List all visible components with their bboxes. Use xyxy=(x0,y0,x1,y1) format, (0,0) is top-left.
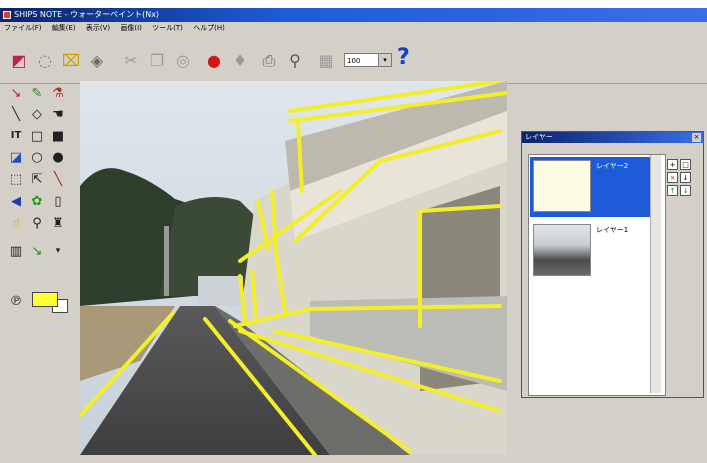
fill-tool-icon[interactable]: ⚗ xyxy=(50,85,66,101)
menu-file[interactable]: ファイル(F) xyxy=(0,22,46,35)
open-icon[interactable]: ◌ xyxy=(34,50,56,72)
magnifier-tool-icon[interactable]: ⚲ xyxy=(29,215,45,231)
close-icon[interactable]: × xyxy=(692,133,701,142)
shape-tool-icon[interactable]: ◇ xyxy=(29,106,45,122)
blank-tool-icon[interactable]: ▯ xyxy=(50,193,66,209)
zoom-icon[interactable]: ⚲ xyxy=(284,50,306,72)
app-window: SHIPS NOTE - ウォーターペイント(Nx) ファイル(F) 編集(E)… xyxy=(0,8,707,463)
cut-icon[interactable]: ✂ xyxy=(120,50,142,72)
menu-bar: ファイル(F) 編集(E) 表示(V) 画像(I) ツール(T) ヘルプ(H) xyxy=(0,22,707,35)
redo-icon[interactable]: ♦ xyxy=(229,50,251,72)
layer-row[interactable]: レイヤー1 xyxy=(530,221,661,281)
magnet-tool-icon[interactable]: ☝ xyxy=(8,215,24,231)
copy-icon[interactable]: ❐ xyxy=(146,50,168,72)
filled-rect-tool-icon[interactable]: ■ xyxy=(50,128,66,144)
zoom-select[interactable]: 100 ▾ xyxy=(344,53,392,67)
add-layer-button[interactable]: + xyxy=(667,159,678,170)
move-up-button[interactable]: ↑ xyxy=(667,185,678,196)
picker-tool-icon[interactable]: ╲ xyxy=(50,171,66,187)
layer-row[interactable]: レイヤー2 xyxy=(530,157,661,217)
layer-name: レイヤー2 xyxy=(596,162,629,170)
move-down-button[interactable]: ↓ xyxy=(680,185,691,196)
layers-panel: レイヤー × レイヤー2 レイヤー1 + □ × ↓ ↑ ↓ xyxy=(521,131,704,398)
ellipse-tool-icon[interactable]: ○ xyxy=(29,149,45,165)
lock-tool-icon[interactable]: ♜ xyxy=(50,215,66,231)
undo-icon[interactable]: ● xyxy=(203,50,225,72)
layer-list: レイヤー2 レイヤー1 xyxy=(528,154,666,396)
layer-thumbnail xyxy=(533,224,591,276)
filled-ellipse-tool-icon[interactable]: ● xyxy=(50,149,66,165)
select-tool-icon[interactable]: ⬚ xyxy=(8,171,24,187)
rect-tool-icon[interactable]: □ xyxy=(29,128,45,144)
brush-tool-icon[interactable]: ✎ xyxy=(29,85,45,101)
foreground-color-swatch[interactable] xyxy=(32,292,58,307)
chevron-down-icon[interactable]: ▾ xyxy=(378,54,391,66)
title-bar: SHIPS NOTE - ウォーターペイント(Nx) xyxy=(0,8,707,22)
layer-thumbnail xyxy=(533,160,591,212)
toolbar: ◩ ◌ ⌧ ◈ ✂ ❐ ◎ ● ♦ ⎙ ⚲ ▦ 100 ▾ ? xyxy=(0,35,707,84)
layers-panel-title: レイヤー xyxy=(522,132,703,143)
grid-icon[interactable]: ▦ xyxy=(315,50,337,72)
pencil-tool-icon[interactable]: ↘ xyxy=(29,243,45,259)
delete-layer-button[interactable]: × xyxy=(667,172,678,183)
move-tool-icon[interactable]: ⇱ xyxy=(29,171,45,187)
window-title: SHIPS NOTE - ウォーターペイント(Nx) xyxy=(14,10,160,19)
hand-tool-icon[interactable]: ☚ xyxy=(50,106,66,122)
canvas-area[interactable] xyxy=(80,81,507,455)
pen-tool-icon[interactable]: ↘ xyxy=(8,85,24,101)
paste-icon[interactable]: ◎ xyxy=(172,50,194,72)
help-icon[interactable]: ? xyxy=(397,47,410,69)
save-icon[interactable]: ◈ xyxy=(86,50,108,72)
folder-icon[interactable]: ⌧ xyxy=(60,50,82,72)
menu-view[interactable]: 表示(V) xyxy=(82,22,114,35)
menu-image[interactable]: 画像(I) xyxy=(116,22,146,35)
duplicate-layer-button[interactable]: □ xyxy=(680,159,691,170)
eraser-tool-icon[interactable]: ◪ xyxy=(8,149,24,165)
text-tool-icon[interactable]: ΙΤ xyxy=(8,128,24,144)
line-tool-icon[interactable]: ╲ xyxy=(8,106,24,122)
zoom-value: 100 xyxy=(347,57,361,65)
print-icon[interactable]: ⎙ xyxy=(258,50,280,72)
palette-tool-icon[interactable]: ℗ xyxy=(8,293,24,309)
paint-tool-icon[interactable]: ▥ xyxy=(8,243,24,259)
menu-edit[interactable]: 編集(E) xyxy=(48,22,80,35)
app-icon xyxy=(3,11,11,19)
drawing-canvas[interactable] xyxy=(80,81,507,455)
menu-tools[interactable]: ツール(T) xyxy=(148,22,187,35)
lasso-tool-icon[interactable]: ◀ xyxy=(8,193,24,209)
stamp-tool-icon[interactable]: ✿ xyxy=(29,193,45,209)
menu-help[interactable]: ヘルプ(H) xyxy=(189,22,229,35)
new-icon[interactable]: ◩ xyxy=(8,50,30,72)
dropdown-tool-icon[interactable]: ▾ xyxy=(50,243,66,259)
layer-list-scrollbar[interactable] xyxy=(650,155,661,393)
layer-name: レイヤー1 xyxy=(596,226,629,234)
merge-layer-button[interactable]: ↓ xyxy=(680,172,691,183)
toolbox: ↘ ✎ ⚗ ╲ ◇ ☚ ΙΤ □ ■ ◪ ○ ● ⬚ ⇱ ╲ ◀ ✿ ▯ ☝ ⚲… xyxy=(4,81,74,341)
